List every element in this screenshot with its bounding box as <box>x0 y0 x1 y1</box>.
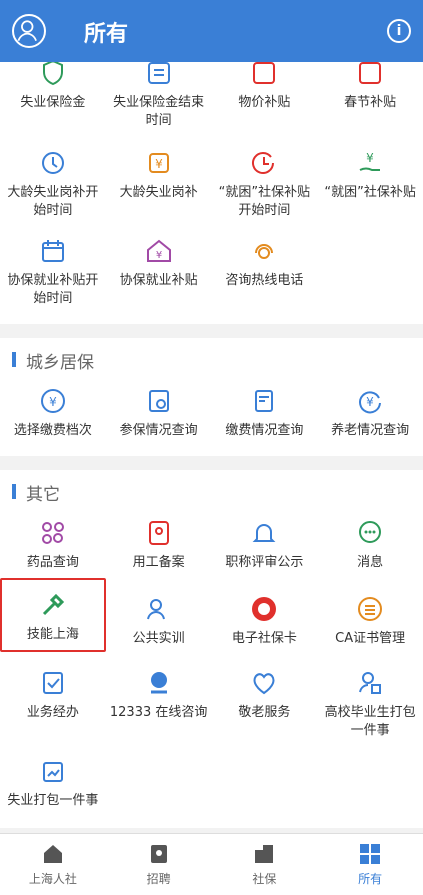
user-avatar-icon[interactable] <box>12 14 46 48</box>
grid-item[interactable]: ¥ 协保就业补贴 <box>106 230 212 308</box>
grid-item[interactable]: 敬老服务 <box>212 662 318 740</box>
chat-bubble-icon <box>355 518 385 548</box>
row-2: 大龄失业岗补开始时间 ¥ 大龄失业岗补 “就困”社保补贴开始时间 ¥ “就困”社… <box>0 142 423 220</box>
grid-item[interactable]: CA证书管理 <box>317 588 423 652</box>
money-icon: ¥ <box>144 148 174 178</box>
employment-section: 失业保险金 失业保险金结束时间 物价补贴 春节补贴 大龄失业岗补开始时间 ¥ 大… <box>0 62 423 324</box>
grid-item[interactable]: 协保就业补贴开始时间 <box>0 230 106 308</box>
grid-item[interactable]: 缴费情况查询 <box>212 380 318 440</box>
grid-apps-icon <box>358 842 382 866</box>
grid-empty <box>106 750 212 810</box>
clipboard-check-icon <box>38 668 68 698</box>
grid-item[interactable]: 用工备案 <box>106 512 212 572</box>
grid-item[interactable]: ¥ “就困”社保补贴 <box>317 142 423 220</box>
other-grid-row-2: 技能上海 公共实训 电子社保卡 CA证书管理 <box>0 578 423 652</box>
bell-icon <box>249 518 279 548</box>
scroll-content[interactable]: 失业保险金 失业保险金结束时间 物价补贴 春节补贴 大龄失业岗补开始时间 ¥ 大… <box>0 62 423 833</box>
list-icon <box>144 62 174 88</box>
support-agent-icon <box>144 668 174 698</box>
headset-icon <box>249 236 279 266</box>
section-header: 其它 <box>0 470 423 512</box>
bag-chart-icon <box>38 756 68 786</box>
grid-item[interactable]: 咨询热线电话 <box>212 230 318 308</box>
section-title: 城乡居保 <box>26 353 94 373</box>
svg-text:¥: ¥ <box>49 395 57 409</box>
home-icon <box>41 842 65 866</box>
tab-home[interactable]: 上海人社 <box>0 834 106 895</box>
grid-item[interactable]: 物价补贴 <box>212 62 318 130</box>
grid-item[interactable]: ¥ 养老情况查询 <box>317 380 423 440</box>
yen-circle-icon: ¥ <box>38 386 68 416</box>
info-icon[interactable]: i <box>387 19 411 43</box>
grid-item[interactable]: ¥ 选择缴费档次 <box>0 380 106 440</box>
other-grid-row-3: 业务经办 12333 在线咨询 敬老服务 高校毕业生打包一件事 <box>0 662 423 740</box>
skills-shanghai-item[interactable]: 技能上海 <box>0 578 106 652</box>
grid-empty <box>317 750 423 810</box>
id-badge-icon <box>147 842 171 866</box>
tools-icon <box>38 590 68 620</box>
doc-search-icon <box>144 386 174 416</box>
grid-item[interactable]: 参保情况查询 <box>106 380 212 440</box>
house-money-icon: ¥ <box>144 236 174 266</box>
building-icon <box>252 842 276 866</box>
grid-item[interactable]: 12333 在线咨询 <box>106 662 212 740</box>
grid-item[interactable]: 高校毕业生打包一件事 <box>317 662 423 740</box>
grid-item[interactable]: 职称评审公示 <box>212 512 318 572</box>
price-icon <box>249 62 279 88</box>
calendar-icon <box>38 236 68 266</box>
app-header: 所有 i <box>0 0 423 62</box>
section-header: 城乡居保 <box>0 338 423 380</box>
urban-rural-section: 城乡居保 ¥ 选择缴费档次 参保情况查询 缴费情况查询 ¥ 养老情况查询 <box>0 338 423 456</box>
receipt-search-icon <box>249 386 279 416</box>
certificate-icon <box>355 594 385 624</box>
pill-search-icon <box>38 518 68 548</box>
svg-text:¥: ¥ <box>155 157 163 171</box>
grid-item[interactable]: “就困”社保补贴开始时间 <box>212 142 318 220</box>
urban-grid: ¥ 选择缴费档次 参保情况查询 缴费情况查询 ¥ 养老情况查询 <box>0 380 423 440</box>
svg-text:¥: ¥ <box>366 395 374 409</box>
grid-item[interactable]: 业务经办 <box>0 662 106 740</box>
grid-empty <box>212 750 318 810</box>
grid-item[interactable]: ¥ 大龄失业岗补 <box>106 142 212 220</box>
shield-icon <box>38 62 68 88</box>
section-bar <box>12 352 16 367</box>
divider <box>0 456 423 470</box>
grid-item[interactable]: 失业打包一件事 <box>0 750 106 810</box>
timer-icon <box>249 148 279 178</box>
other-grid-row-4: 失业打包一件事 <box>0 750 423 810</box>
grid-item[interactable]: 大龄失业岗补开始时间 <box>0 142 106 220</box>
grid-item[interactable]: 电子社保卡 <box>212 588 318 652</box>
grid-item[interactable]: 消息 <box>317 512 423 572</box>
people-icon <box>144 594 174 624</box>
other-section: 其它 药品查询 用工备案 职称评审公示 消息 技能上海 公共实训 电子社保卡 C… <box>0 470 423 828</box>
yen-refresh-icon: ¥ <box>355 386 385 416</box>
svg-text:¥: ¥ <box>366 151 374 165</box>
hand-money-icon: ¥ <box>355 148 385 178</box>
grid-item[interactable]: 失业保险金 <box>0 62 106 130</box>
grid-item[interactable]: 药品查询 <box>0 512 106 572</box>
graduate-icon <box>355 668 385 698</box>
row-3: 协保就业补贴开始时间 ¥ 协保就业补贴 咨询热线电话 <box>0 230 423 308</box>
grid-item[interactable]: 失业保险金结束时间 <box>106 62 212 130</box>
section-bar <box>12 484 16 499</box>
grid-empty <box>317 230 423 308</box>
id-card-icon <box>144 518 174 548</box>
social-card-icon <box>249 594 279 624</box>
divider <box>0 324 423 338</box>
tab-jobs[interactable]: 招聘 <box>106 834 212 895</box>
grid-item[interactable]: 公共实训 <box>106 588 212 652</box>
bottom-tabbar: 上海人社 招聘 社保 所有 <box>0 833 423 895</box>
svg-text:¥: ¥ <box>155 250 161 261</box>
section-title: 其它 <box>26 485 60 505</box>
row-1: 失业保险金 失业保险金结束时间 物价补贴 春节补贴 <box>0 62 423 130</box>
festival-icon <box>355 62 385 88</box>
heart-icon <box>249 668 279 698</box>
grid-item[interactable]: 春节补贴 <box>317 62 423 130</box>
page-title: 所有 <box>84 22 129 47</box>
other-grid-row-1: 药品查询 用工备案 职称评审公示 消息 <box>0 512 423 572</box>
tab-social[interactable]: 社保 <box>212 834 318 895</box>
tab-all[interactable]: 所有 <box>317 834 423 895</box>
clock-icon <box>38 148 68 178</box>
